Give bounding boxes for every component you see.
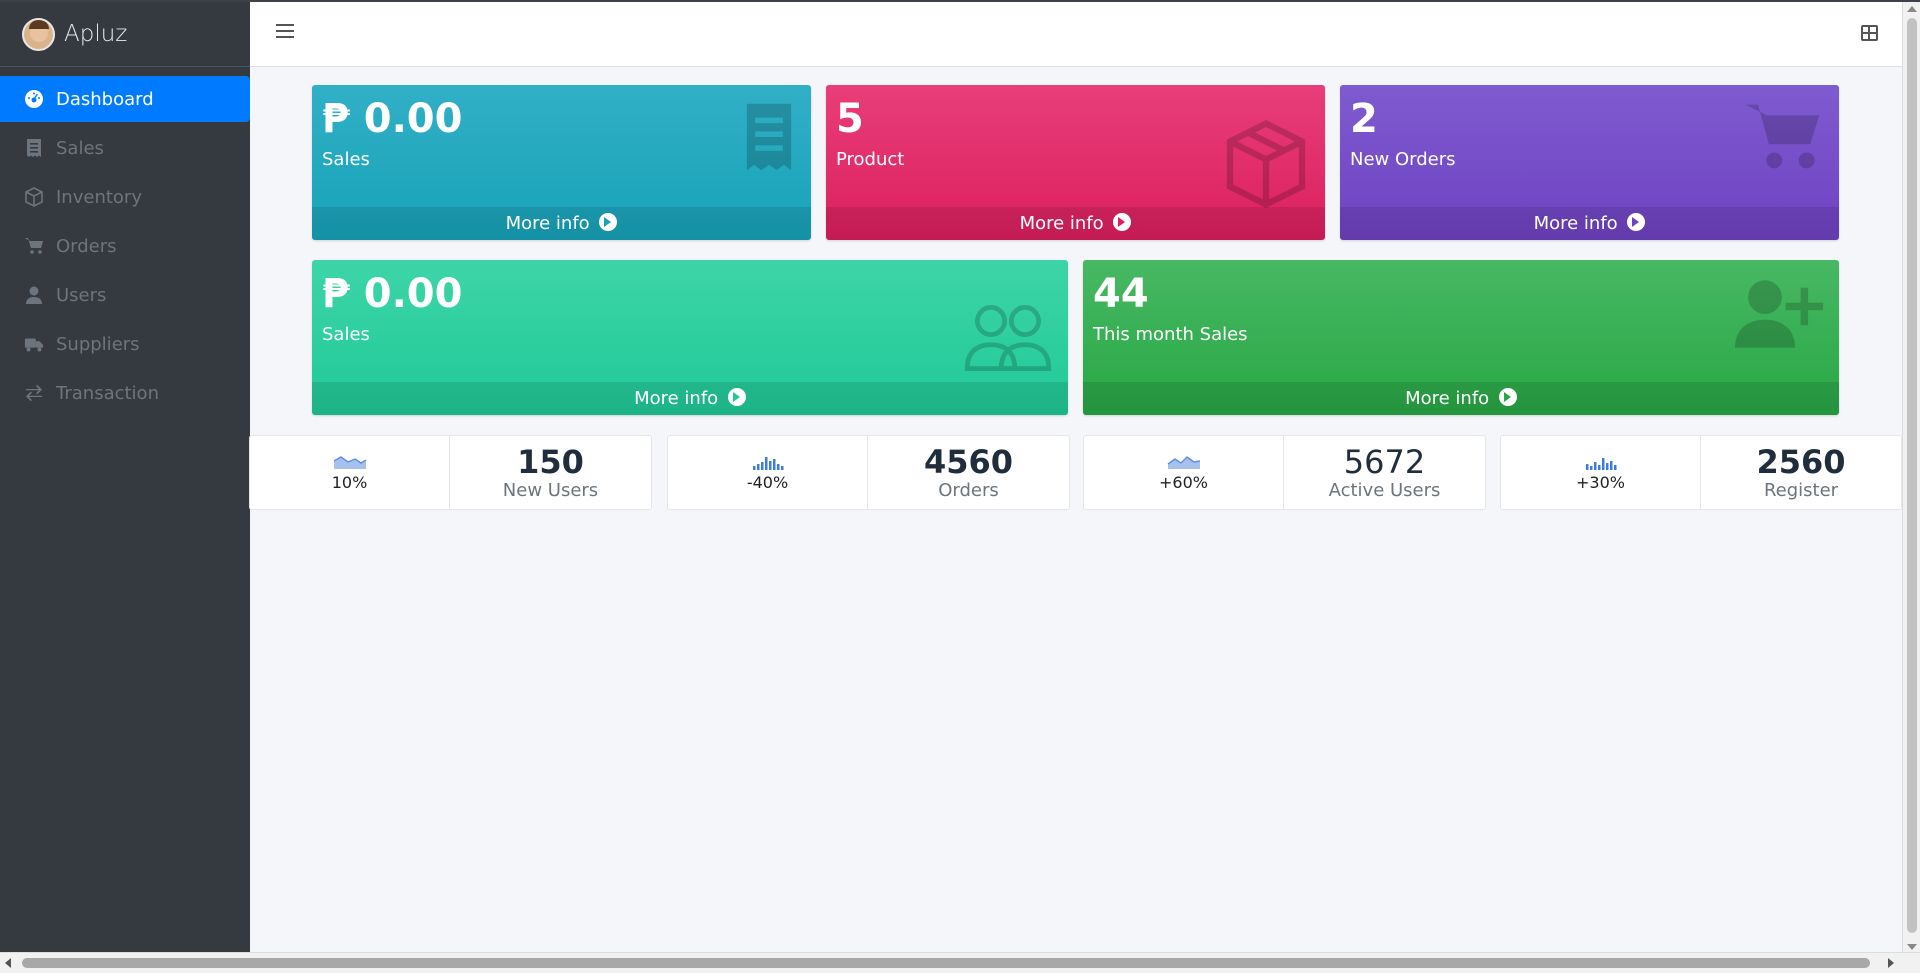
- user-icon: [22, 285, 46, 305]
- main-content: ₱ 0.00 Sales More info 5 Product More in…: [249, 67, 1902, 952]
- info-box-label: Sales: [322, 324, 370, 345]
- sidebar-nav: Dashboard Sales Inventory Orders Users S…: [0, 67, 250, 416]
- sidebar-item-label: Users: [56, 284, 107, 306]
- scroll-thumb[interactable]: [1907, 18, 1917, 933]
- scroll-left-icon[interactable]: [5, 958, 11, 968]
- sidebar-item-sales[interactable]: Sales: [0, 125, 250, 171]
- area-sparkline-icon: [333, 456, 366, 469]
- user-plus-icon: [1735, 276, 1825, 356]
- sidebar-item-orders[interactable]: Orders: [0, 223, 250, 269]
- info-box-value: 44: [1093, 271, 1149, 317]
- arrow-circle-right-icon: [727, 388, 746, 406]
- sidebar-item-transaction[interactable]: Transaction: [0, 370, 250, 416]
- cart-icon: [1745, 101, 1825, 177]
- stat-card-active-users: +60% 5672 Active Users: [1083, 435, 1486, 510]
- sidebar-item-label: Transaction: [56, 382, 159, 404]
- info-box-value: ₱ 0.00: [322, 96, 463, 142]
- info-box-sales-2: ₱ 0.00 Sales More info: [312, 260, 1068, 415]
- stat-percent: +30%: [1576, 473, 1625, 492]
- more-info-link[interactable]: More info: [312, 382, 1068, 415]
- bar-sparkline-icon: [752, 457, 783, 470]
- stat-caption: Active Users: [1328, 480, 1441, 501]
- sidebar-item-label: Dashboard: [56, 88, 154, 110]
- info-box-label: Sales: [322, 149, 370, 170]
- scroll-right-icon[interactable]: [1888, 958, 1894, 968]
- more-info-label: More info: [1533, 213, 1618, 234]
- area-sparkline-icon: [1167, 456, 1200, 469]
- more-info-link[interactable]: More info: [1340, 207, 1839, 240]
- scroll-thumb[interactable]: [22, 958, 1870, 968]
- stat-card-orders: -40% 4560 Orders: [667, 435, 1070, 510]
- receipt-icon: [22, 138, 46, 158]
- stat-value: 4560: [923, 443, 1014, 481]
- dashboard-icon: [22, 89, 46, 109]
- sidebar-item-label: Orders: [56, 235, 117, 257]
- arrow-circle-right-icon: [1113, 213, 1132, 231]
- stat-card-new-users: 10% 150 New Users: [249, 435, 652, 510]
- stat-percent: -40%: [746, 473, 789, 492]
- stat-percent: 10%: [331, 473, 368, 492]
- arrow-circle-right-icon: [1627, 213, 1646, 231]
- stat-percent: +60%: [1159, 473, 1208, 492]
- arrow-circle-right-icon: [599, 213, 618, 231]
- more-info-link[interactable]: More info: [1083, 382, 1839, 415]
- info-box-sales: ₱ 0.00 Sales More info: [312, 85, 811, 240]
- horizontal-scrollbar[interactable]: [0, 952, 1920, 973]
- truck-icon: [22, 334, 46, 354]
- arrow-circle-right-icon: [1498, 388, 1517, 406]
- menu-toggle-icon[interactable]: [276, 24, 294, 42]
- sidebar-item-label: Inventory: [56, 186, 142, 208]
- grid-layout-icon[interactable]: [1861, 25, 1878, 41]
- receipt-icon: [741, 101, 797, 177]
- brand[interactable]: Apluz: [0, 2, 250, 67]
- sidebar-item-users[interactable]: Users: [0, 272, 250, 318]
- info-box-new-orders: 2 New Orders More info: [1340, 85, 1839, 240]
- app-frame: Apluz Dashboard Sales Inventory Orders U…: [0, 0, 1920, 973]
- more-info-link[interactable]: More info: [826, 207, 1325, 240]
- stat-value: 150: [517, 443, 584, 481]
- box-icon: [1221, 119, 1311, 213]
- vertical-scrollbar[interactable]: [1902, 2, 1920, 954]
- stat-card-register: +30% 2560 Register: [1500, 435, 1902, 510]
- info-box-value: ₱ 0.00: [322, 271, 463, 317]
- sidebar-item-label: Sales: [56, 137, 104, 159]
- exchange-icon: [22, 383, 46, 403]
- sidebar: Apluz Dashboard Sales Inventory Orders U…: [0, 2, 250, 954]
- more-info-label: More info: [634, 388, 719, 409]
- info-box-product: 5 Product More info: [826, 85, 1325, 240]
- stat-value: 5672: [1343, 443, 1426, 481]
- scroll-up-icon[interactable]: [1907, 6, 1917, 12]
- stat-caption: New Users: [502, 480, 599, 501]
- stat-value: 2560: [1756, 443, 1846, 481]
- top-navbar: [250, 2, 1902, 67]
- info-box-label: This month Sales: [1093, 324, 1248, 345]
- sidebar-item-label: Suppliers: [56, 333, 140, 355]
- users-icon: [962, 304, 1054, 376]
- brand-name: Apluz: [64, 21, 128, 47]
- info-box-month-sales: 44 This month Sales More info: [1083, 260, 1839, 415]
- more-info-link[interactable]: More info: [312, 207, 811, 240]
- sidebar-item-dashboard[interactable]: Dashboard: [0, 76, 250, 122]
- stat-caption: Orders: [938, 480, 999, 501]
- scroll-down-icon[interactable]: [1907, 944, 1917, 950]
- sidebar-item-suppliers[interactable]: Suppliers: [0, 321, 250, 367]
- box-icon: [22, 187, 46, 207]
- more-info-label: More info: [1019, 213, 1104, 234]
- cart-icon: [22, 236, 46, 256]
- more-info-label: More info: [505, 213, 590, 234]
- sidebar-item-inventory[interactable]: Inventory: [0, 174, 250, 220]
- avatar: [22, 17, 55, 51]
- bar-sparkline-icon: [1585, 458, 1616, 470]
- more-info-label: More info: [1405, 388, 1490, 409]
- stat-caption: Register: [1763, 480, 1839, 501]
